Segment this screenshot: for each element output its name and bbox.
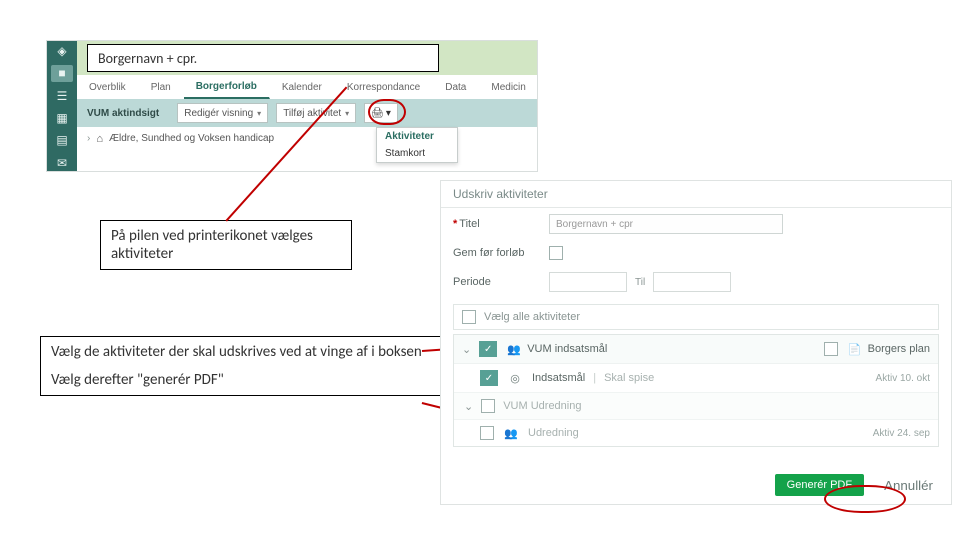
tab-label: Korrespondance [347,82,420,93]
app-screenshot: ◈ ■ ☰ ▦ ▤ ✉ Borgernavn + cpr. Overblik P… [46,40,538,172]
select-all-label: Vælg alle aktiviteter [484,311,580,323]
people-icon: 👥 [505,342,523,356]
callout-borger-text: Borgernavn + cpr. [98,50,197,67]
annotation-text: Vælg de aktiviteter der skal udskrives v… [51,343,431,361]
annotation-text: På pilen ved printerikonet vælges aktivi… [111,227,313,263]
tab-borgerforlob[interactable]: Borgerforløb [184,75,270,99]
chevron-right-icon[interactable]: › [87,133,90,144]
activity-meta: Aktiv 10. okt [876,373,930,384]
activity-row: 👥 Udredning Aktiv 24. sep [454,420,938,446]
row-gemfor: Gem før forløb [441,240,951,266]
tab-medicin[interactable]: Medicin [479,75,538,99]
borgersplan-checkbox[interactable] [824,342,838,356]
gemfor-label: Gem før forløb [453,247,539,259]
activity-row: ⌄ VUM Udredning [454,393,938,420]
tree-item-label[interactable]: Ældre, Sundhed og Voksen handicap [109,133,274,144]
select-all-row[interactable]: Vælg alle aktiviteter [453,304,939,330]
tabs-bar: Overblik Plan Borgerforløb Kalender Korr… [77,75,537,100]
activity-tree: › ⌂ Ældre, Sundhed og Voksen handicap [77,127,537,183]
annotation-print-arrow: På pilen ved printerikonet vælges aktivi… [100,220,352,270]
tab-label: Overblik [89,82,126,93]
activity-name: VUM Udredning [503,400,581,412]
target-icon: ◎ [506,371,524,385]
annotation-text: Vælg derefter "generér PDF" [51,371,431,389]
tab-label: Medicin [491,82,525,93]
periode-to-input[interactable] [653,272,731,292]
tab-overblik[interactable]: Overblik [77,75,139,99]
nav-eye-icon[interactable]: ◈ [51,43,73,59]
gemfor-checkbox[interactable] [549,246,563,260]
add-activity-label: Tilføj aktivitet [283,108,341,119]
tab-label: Data [445,82,466,93]
cancel-button[interactable]: Annullér [878,477,939,494]
button-label: Annullér [884,478,933,493]
borgersplan-chip: 📄 Borgers plan [846,342,930,356]
tab-plan[interactable]: Plan [139,75,184,99]
tree-item-icon: ⌂ [96,133,103,145]
titel-label: *Titel [453,218,539,230]
nav-list-icon[interactable]: ☰ [51,88,73,104]
activity-row: ✓ ◎ Indsatsmål | Skal spise Aktiv 10. ok… [454,364,938,393]
vum-chip: 👥 VUM indsatsmål [505,342,607,356]
activity-name: Indsatsmål [532,372,585,384]
row-periode: Periode Til [441,266,951,298]
periode-from-input[interactable] [549,272,627,292]
activity-checkbox[interactable] [480,426,494,440]
toolbar: VUM aktindsigt Redigér visning ▾ Tilføj … [77,99,537,127]
printer-icon: 🖨 [371,108,384,119]
print-activities-panel: Udskriv aktiviteter *Titel Gem før forlø… [440,180,952,505]
tab-label: Plan [151,82,171,93]
nav-dashboard-icon[interactable]: ■ [51,65,73,81]
titel-input[interactable] [549,214,783,234]
periode-to-label: Til [635,277,645,288]
chip-label: VUM indsatsmål [527,343,607,355]
activity-name: Udredning [528,427,579,439]
nav-mail-icon[interactable]: ✉ [51,155,73,171]
tab-label: Borgerforløb [196,81,257,92]
annotation-select-activities: Vælg de aktiviteter der skal udskrives v… [40,336,442,396]
row-titel: *Titel [441,208,951,240]
separator: | [593,372,596,384]
activity-extra: Skal spise [604,372,654,384]
activity-checkbox[interactable]: ✓ [480,370,498,386]
panel-footer: Generér PDF Annullér [775,474,939,496]
button-label: Generér PDF [787,479,852,491]
chevron-down-icon: ▾ [345,109,349,118]
side-nav: ◈ ■ ☰ ▦ ▤ ✉ [47,41,77,171]
tab-label: Kalender [282,82,322,93]
chevron-down-icon[interactable]: ⌄ [464,400,473,413]
chevron-down-icon: ▾ [257,109,261,118]
activity-meta: Aktiv 24. sep [873,428,930,439]
activities-header: ⌄ ✓ 👥 VUM indsatsmål 📄 Borgers plan [454,335,938,364]
chevron-down-icon[interactable]: ⌄ [462,343,471,356]
generate-pdf-button[interactable]: Generér PDF [775,474,864,496]
tab-kalender[interactable]: Kalender [270,75,335,99]
select-all-checkbox[interactable] [462,310,476,324]
tab-korrespondance[interactable]: Korrespondance [335,75,433,99]
chevron-down-icon: ▾ [386,108,391,119]
vum-check[interactable]: ✓ [479,341,497,357]
nav-clipboard-icon[interactable]: ▤ [51,132,73,148]
nav-calendar-icon[interactable]: ▦ [51,110,73,126]
document-icon: 📄 [846,342,864,356]
toolbar-title: VUM aktindsigt [87,108,159,119]
chip-label: Borgers plan [868,343,930,355]
edit-view-select[interactable]: Redigér visning ▾ [177,103,268,123]
edit-view-label: Redigér visning [184,108,253,119]
label-text: Titel [459,218,479,230]
activity-checkbox[interactable] [481,399,495,413]
print-button[interactable]: 🖨 ▾ [364,103,398,123]
periode-label: Periode [453,276,539,288]
tab-data[interactable]: Data [433,75,479,99]
panel-title: Udskriv aktiviteter [441,181,951,208]
people-icon: 👥 [502,426,520,440]
activities-list: ⌄ ✓ 👥 VUM indsatsmål 📄 Borgers plan ✓ ◎ … [453,334,939,447]
callout-borger: Borgernavn + cpr. [87,44,439,72]
